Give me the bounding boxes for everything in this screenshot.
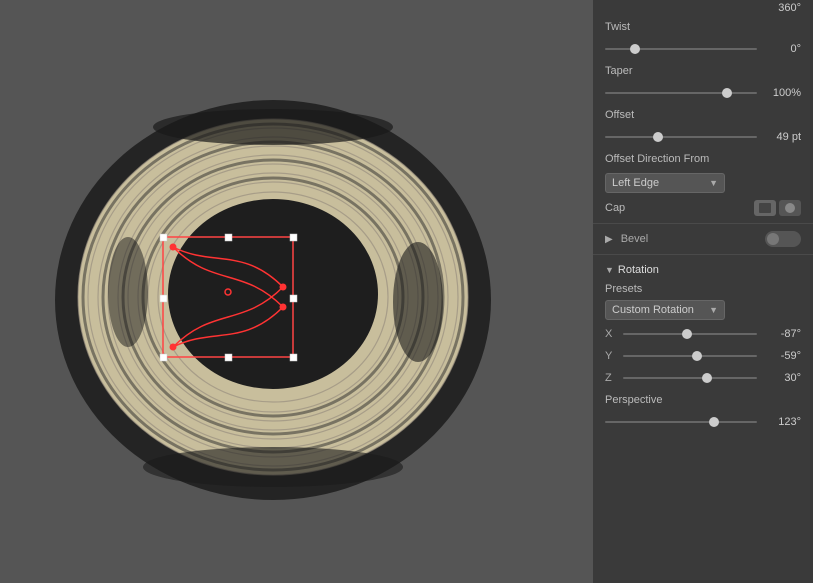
taper-slider[interactable] bbox=[605, 86, 757, 100]
canvas-area[interactable] bbox=[0, 0, 593, 583]
custom-rotation-dropdown[interactable]: Custom Rotation ▼ bbox=[605, 300, 725, 320]
offset-label-row: Offset bbox=[593, 104, 813, 126]
taper-value: 100% bbox=[763, 87, 801, 99]
offset-direction-label: Offset Direction From bbox=[605, 153, 709, 165]
twist-thumb[interactable] bbox=[630, 44, 640, 54]
x-value: -87° bbox=[763, 328, 801, 340]
offset-direction-dropdown[interactable]: Left Edge ▼ bbox=[605, 173, 725, 193]
z-slider[interactable] bbox=[623, 371, 757, 385]
offset-slider-row[interactable]: 49 pt bbox=[593, 126, 813, 148]
taper-label-row: Taper bbox=[593, 60, 813, 82]
offset-slider[interactable] bbox=[605, 130, 757, 144]
x-axis-label: X bbox=[605, 328, 617, 340]
z-slider-row[interactable]: Z 30° bbox=[593, 367, 813, 389]
y-value: -59° bbox=[763, 350, 801, 362]
y-axis-label: Y bbox=[605, 350, 617, 362]
twist-label-row: Twist bbox=[593, 16, 813, 38]
y-slider-row[interactable]: Y -59° bbox=[593, 345, 813, 367]
twist-value: 0° bbox=[763, 43, 801, 55]
perspective-label-row: Perspective bbox=[593, 389, 813, 411]
twist-slider-row[interactable]: 0° bbox=[593, 38, 813, 60]
custom-rotation-dropdown-row[interactable]: Custom Rotation ▼ bbox=[593, 297, 813, 323]
perspective-slider-row[interactable]: 123° bbox=[593, 411, 813, 433]
x-slider-row[interactable]: X -87° bbox=[593, 323, 813, 345]
custom-rotation-value: Custom Rotation bbox=[612, 304, 694, 316]
rotation-label: Rotation bbox=[618, 264, 659, 276]
z-value: 30° bbox=[763, 372, 801, 384]
cap-row: Cap bbox=[593, 196, 813, 220]
y-slider[interactable] bbox=[623, 349, 757, 363]
torus-container bbox=[0, 0, 593, 583]
cap-toggle-right[interactable] bbox=[779, 200, 801, 216]
cap-toggle-group[interactable] bbox=[754, 200, 801, 216]
perspective-label: Perspective bbox=[605, 394, 662, 406]
cap-label: Cap bbox=[605, 202, 748, 214]
torus-svg bbox=[33, 52, 513, 532]
rotation-collapse-icon: ▼ bbox=[605, 265, 614, 275]
top-360-value: 360° bbox=[778, 2, 801, 14]
x-thumb[interactable] bbox=[682, 329, 692, 339]
z-thumb[interactable] bbox=[702, 373, 712, 383]
right-panel: 360° Twist 0° Taper 100% Offset bbox=[593, 0, 813, 583]
chevron-down-icon: ▼ bbox=[709, 178, 718, 188]
perspective-slider[interactable] bbox=[605, 415, 757, 429]
twist-slider[interactable] bbox=[605, 42, 757, 56]
offset-direction-label-row: Offset Direction From bbox=[593, 148, 813, 170]
perspective-thumb[interactable] bbox=[709, 417, 719, 427]
presets-label: Presets bbox=[605, 283, 642, 295]
offset-thumb[interactable] bbox=[653, 132, 663, 142]
taper-thumb[interactable] bbox=[722, 88, 732, 98]
bevel-label: Bevel bbox=[621, 233, 759, 245]
offset-direction-value: Left Edge bbox=[612, 177, 659, 189]
taper-label: Taper bbox=[605, 65, 633, 77]
perspective-value: 123° bbox=[763, 416, 801, 428]
cap-toggle-left[interactable] bbox=[754, 200, 776, 216]
rotation-section-header[interactable]: ▼ Rotation bbox=[593, 258, 813, 279]
x-slider[interactable] bbox=[623, 327, 757, 341]
bevel-toggle[interactable] bbox=[765, 231, 801, 247]
top-360-row: 360° bbox=[593, 0, 813, 16]
y-thumb[interactable] bbox=[692, 351, 702, 361]
custom-rotation-chevron-icon: ▼ bbox=[709, 305, 718, 315]
bevel-arrow-icon: ▶ bbox=[605, 234, 613, 245]
offset-direction-dropdown-row[interactable]: Left Edge ▼ bbox=[593, 170, 813, 196]
offset-value: 49 pt bbox=[763, 131, 801, 143]
z-axis-label: Z bbox=[605, 372, 617, 384]
bevel-row[interactable]: ▶ Bevel bbox=[593, 227, 813, 251]
twist-label: Twist bbox=[605, 21, 630, 33]
taper-slider-row[interactable]: 100% bbox=[593, 82, 813, 104]
presets-label-row: Presets bbox=[593, 279, 813, 297]
offset-label: Offset bbox=[605, 109, 634, 121]
